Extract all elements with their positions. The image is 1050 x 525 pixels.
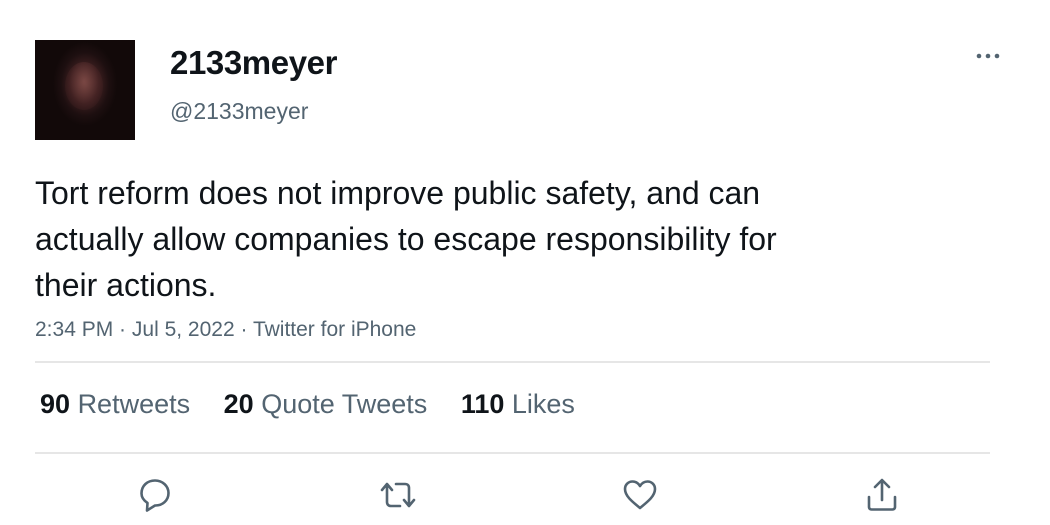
like-button[interactable] — [618, 473, 662, 517]
tweet-meta: 2:34 PM · Jul 5, 2022 · Twitter for iPho… — [35, 315, 416, 345]
quote-tweets-label: Quote Tweets — [261, 389, 428, 419]
heart-icon — [623, 480, 657, 510]
divider — [35, 361, 990, 363]
quote-tweets-count: 20 — [223, 389, 254, 419]
tweet-source[interactable]: Twitter for iPhone — [253, 318, 416, 341]
tweet-date[interactable]: Jul 5, 2022 — [132, 318, 235, 341]
likes-count: 110 — [460, 389, 505, 419]
retweets-label: Retweets — [77, 389, 191, 419]
likes-label: Likes — [511, 389, 575, 419]
tweet-time[interactable]: 2:34 PM — [35, 318, 113, 341]
retweet-icon — [380, 482, 416, 508]
tweet-stats: 90 Retweets 20 Quote Tweets 110 Likes — [40, 386, 601, 422]
share-button[interactable] — [860, 473, 904, 517]
meta-separator: · — [234, 318, 253, 341]
reply-button[interactable] — [133, 473, 177, 517]
reply-icon — [140, 479, 170, 512]
retweets-stat[interactable]: 90 Retweets — [40, 386, 190, 422]
avatar[interactable] — [35, 40, 135, 140]
avatar-face — [65, 62, 103, 110]
tweet-text: Tort reform does not improve public safe… — [35, 175, 777, 303]
more-icon — [976, 53, 1000, 59]
more-options-button[interactable] — [970, 42, 1006, 70]
display-name[interactable]: 2133meyer — [170, 42, 337, 84]
likes-stat[interactable]: 110 Likes — [461, 386, 575, 422]
divider — [35, 452, 990, 454]
retweet-button[interactable] — [376, 473, 420, 517]
share-icon — [867, 478, 897, 511]
user-handle[interactable]: @2133meyer — [170, 96, 308, 126]
retweets-count: 90 — [40, 389, 71, 419]
meta-separator: · — [113, 318, 132, 341]
quote-tweets-stat[interactable]: 20 Quote Tweets — [224, 386, 428, 422]
